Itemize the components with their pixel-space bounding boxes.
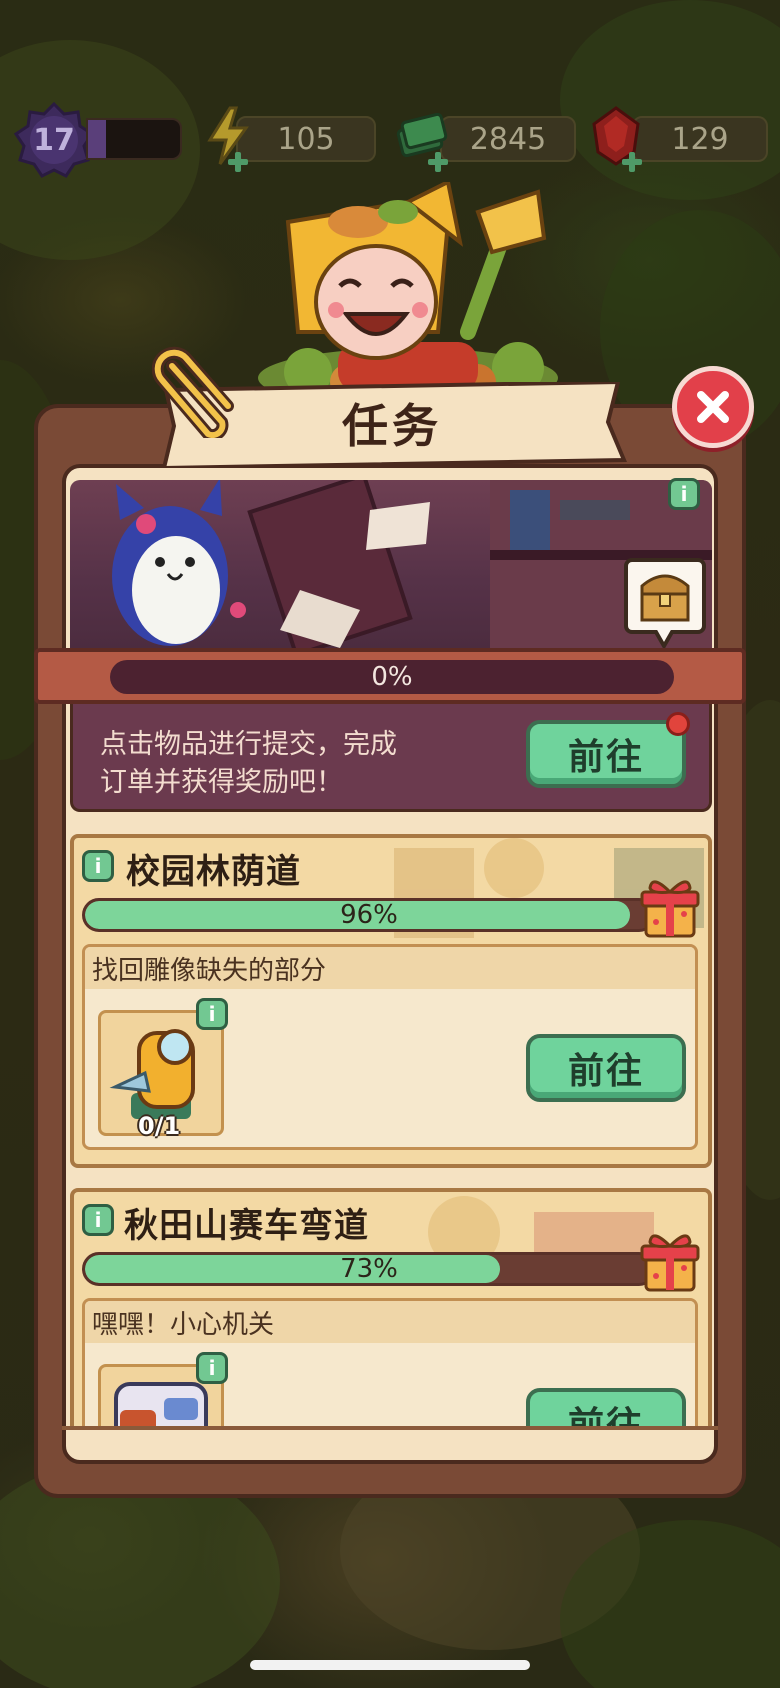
gift-box-icon[interactable] [640,1228,700,1294]
banner-info-icon[interactable]: i [668,478,700,510]
quest1-go-button[interactable]: 前往 [526,1034,686,1102]
order-progress-label: 0% [371,662,413,692]
close-icon [697,391,729,423]
order-instruction-line2: 订单并获得奖励吧！ [100,767,343,798]
energy-counter[interactable]: 105 [236,116,376,162]
cash-value: 2845 [469,121,547,157]
order-instruction-text: 点击物品进行提交，完成 订单并获得奖励吧！ [100,726,480,802]
quest2-progress-label: 73% [340,1254,398,1284]
cash-counter[interactable]: 2845 [440,116,576,162]
quest2-go-button[interactable]: 前往 [526,1388,686,1428]
quest2-title: 秋田山赛车弯道 [124,1206,369,1246]
add-energy-icon[interactable] [226,150,250,174]
quest2-go-button-clip: 前往 [526,1388,686,1428]
order-go-button[interactable]: 前往 [526,720,686,788]
energy-value: 105 [277,121,335,157]
add-gem-icon[interactable] [620,150,644,174]
quest1-info-icon[interactable]: i [82,850,114,882]
level-number: 17 [33,122,75,158]
banner-illustration [112,480,712,648]
order-progress-plank: 0% [34,648,746,704]
quest2-item-info-icon[interactable]: i [196,1352,228,1384]
quest1-item-info-icon[interactable]: i [196,998,228,1030]
paperclip-icon [152,346,234,438]
home-indicator[interactable] [250,1660,530,1670]
quest1-progress-bar: 96% [82,898,656,932]
quest2-task-label: 嘿嘿！小心机关 [92,1310,275,1340]
quest1-progress-label: 96% [340,900,398,930]
list-scroll-edge [62,1426,718,1430]
gem-value: 129 [671,121,729,157]
level-badge[interactable]: 17 [14,100,94,180]
add-cash-icon[interactable] [426,150,450,174]
gift-box-icon[interactable] [640,874,700,940]
mascot-character [258,182,558,402]
quest1-task-label: 找回雕像缺失的部分 [92,956,327,986]
quest1-item-count: 0/1 [138,1112,181,1140]
order-instruction-line1: 点击物品进行提交，完成 [100,729,397,760]
notification-dot [666,712,690,736]
level-progress-bar [86,118,182,160]
quest2-info-icon[interactable]: i [82,1204,114,1236]
level-progress-fill [88,120,107,158]
quest1-title: 校园林荫道 [126,852,301,892]
close-button[interactable] [672,366,754,448]
quest2-progress-bar: 73% [82,1252,656,1286]
order-banner [70,480,712,648]
treasure-chest-icon[interactable] [624,556,706,652]
gem-counter[interactable]: 129 [632,116,768,162]
